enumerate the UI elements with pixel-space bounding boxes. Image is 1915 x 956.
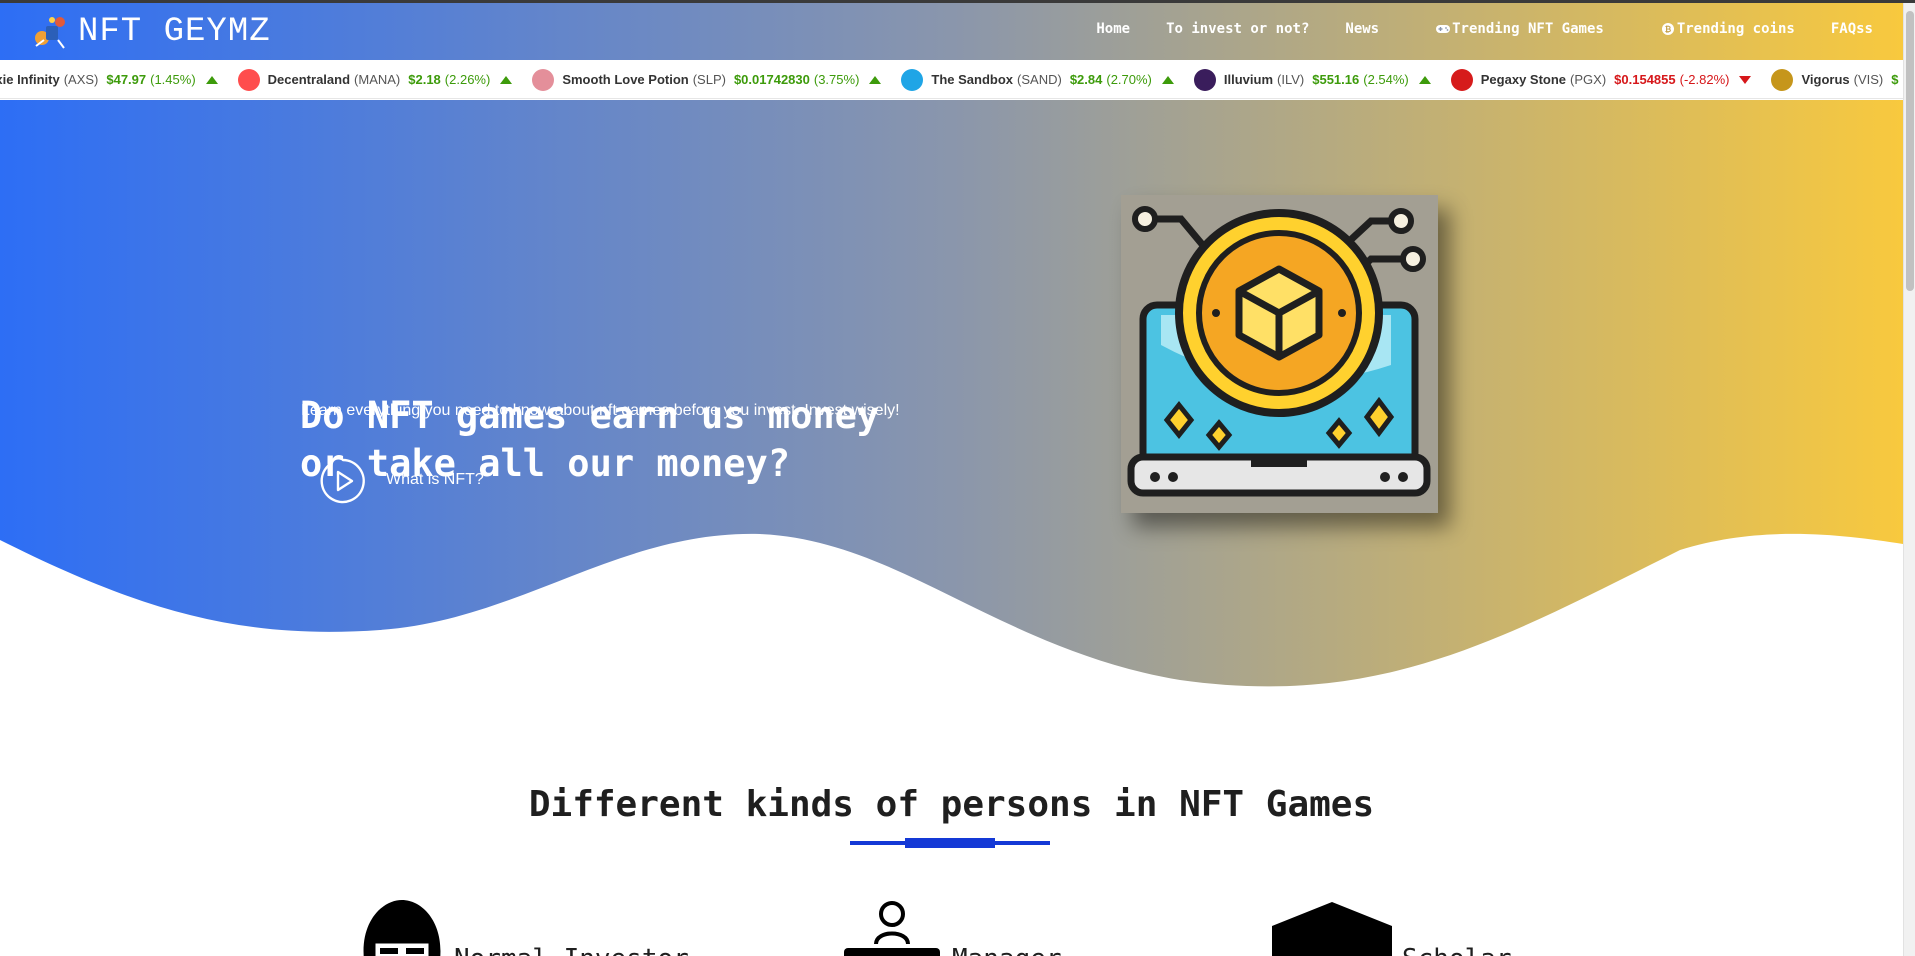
ticker-coin[interactable]: Pegaxy Stone (PGX) $0.154855 (-2.82%) — [1450, 68, 1752, 91]
coin-name: Axie Infinity — [0, 72, 60, 87]
scrollbar-thumb[interactable] — [1906, 11, 1914, 291]
section-title: Different kinds of persons in NFT Games — [528, 784, 1375, 825]
page-scrollbar[interactable] — [1903, 3, 1915, 956]
ticker-track: Axie Infinity(AXS) $47.97(1.45%) Decentral… — [0, 60, 1903, 98]
coin-price: $551.16 — [1312, 72, 1360, 87]
persona-manager[interactable]: Manager — [842, 900, 1062, 956]
coin-price: $2.84 — [1069, 72, 1103, 87]
nav-faqs[interactable]: FAQss — [1831, 21, 1873, 37]
coin-name: Smooth Love Potion — [562, 72, 689, 87]
coin-name: Vigorus — [1801, 72, 1850, 87]
nav-faqs-label: FAQss — [1830, 21, 1873, 37]
coin-change: (3.75%) — [813, 72, 860, 87]
coin-logo-icon — [237, 68, 260, 91]
nav-invest[interactable]: To invest or not? — [1166, 21, 1309, 37]
hero-wave-divider — [0, 533, 1903, 710]
nav-trending-games[interactable]: Trending NFT Games — [1435, 21, 1604, 37]
nav-trending-coins-label: Trending coins — [1676, 21, 1795, 37]
persona-scholar[interactable]: Scholar — [1272, 900, 1512, 956]
coin-name: Decentraland — [267, 72, 351, 87]
brand-logo-icon — [35, 17, 65, 49]
arrow-up-icon — [869, 75, 882, 84]
ticker-coin[interactable]: Axie Infinity(AXS) $47.97(1.45%) — [0, 72, 218, 87]
coin-symbol: (PGX) — [1570, 72, 1607, 87]
coin-price: $2.18 — [408, 72, 441, 87]
coin-icon: ₿ — [1661, 23, 1674, 35]
coin-change: (-2.82%) — [1679, 72, 1730, 87]
crypto-laptop-icon — [1121, 195, 1438, 513]
hero-image — [1121, 195, 1438, 513]
ticker-coin[interactable]: Smooth Love Potion (SLP) $0.01742830 (3.75%… — [532, 68, 882, 91]
coin-symbol: (ILV) — [1277, 72, 1305, 87]
nav-invest-label: To invest or not? — [1166, 21, 1310, 37]
nav-trending-games-label: Trending NFT Games — [1452, 21, 1604, 37]
investor-face-icon — [363, 900, 441, 956]
persona-investor-label: Normal Investor — [454, 944, 689, 956]
hero-subtitle: Learn everything you need to know about … — [301, 402, 900, 419]
coin-price: $0.01742830 — [733, 72, 810, 87]
persona-manager-label: Manager — [952, 944, 1062, 956]
coin-change: (1.45%) — [150, 72, 196, 87]
coin-symbol: (MANA) — [354, 72, 401, 87]
arrow-up-icon — [205, 75, 218, 84]
coin-price: $ — [1891, 72, 1899, 87]
play-circle-icon[interactable] — [320, 458, 366, 504]
arrow-up-icon — [1418, 75, 1431, 84]
svg-text:₿: ₿ — [1665, 25, 1672, 34]
brand-name: NFT GEYMZ — [78, 13, 271, 51]
arrow-up-icon — [500, 75, 513, 84]
nav-home[interactable]: Home — [1096, 21, 1130, 37]
coin-symbol: (AXS) — [63, 72, 99, 87]
nav-news-label: News — [1345, 21, 1380, 37]
coin-price: $47.97 — [106, 72, 147, 87]
ticker-coin[interactable]: Vigorus (VIS) $ — [1771, 68, 1899, 91]
coin-logo-icon — [1193, 68, 1216, 91]
coin-logo-icon — [1450, 68, 1473, 91]
arrow-down-icon — [1739, 75, 1752, 84]
coin-logo-icon — [532, 68, 555, 91]
gamepad-icon — [1436, 25, 1451, 33]
nav-trending-coins[interactable]: ₿ Trending coins — [1660, 21, 1795, 37]
ticker-coin[interactable]: Decentraland (MANA) $2.18 (2.26%) — [237, 68, 513, 91]
arrow-up-icon — [1161, 75, 1174, 84]
coin-logo-icon — [1771, 68, 1794, 91]
ticker-coin[interactable]: Illuvium (ILV) $551.16 (2.54%) — [1193, 68, 1431, 91]
coin-name: Pegaxy Stone — [1480, 72, 1567, 87]
coin-symbol: (SLP) — [692, 72, 726, 87]
nav-menu: Home To invest or not? News Trending NFT… — [1060, 21, 1873, 37]
coin-price-ticker: Axie Infinity(AXS) $47.97(1.45%) Decentral… — [0, 60, 1903, 99]
brand[interactable]: NFT GEYMZ — [30, 11, 271, 53]
coin-logo-icon — [901, 68, 924, 91]
title-underline-accent — [905, 838, 995, 848]
coin-change: (2.70%) — [1106, 72, 1152, 87]
coin-symbol: (SAND) — [1017, 72, 1062, 87]
persona-investor[interactable]: Normal Investor — [360, 900, 689, 956]
coin-price: $0.154855 — [1614, 72, 1676, 87]
nav-home-label: Home — [1096, 21, 1131, 37]
coin-name: Illuvium — [1223, 72, 1274, 87]
coin-change: (2.26%) — [444, 72, 491, 87]
persona-scholar-label: Scholar — [1402, 944, 1512, 956]
coin-name: The Sandbox — [931, 72, 1014, 87]
scholar-cap-icon — [1272, 902, 1392, 956]
hero-title-line2: or take all our money? — [300, 442, 791, 485]
what-is-nft-link[interactable]: What is NFT? — [386, 471, 484, 489]
navbar: NFT GEYMZ Home To invest or not? News Tr… — [0, 3, 1903, 60]
nav-news[interactable]: News — [1345, 21, 1379, 37]
ticker-coin[interactable]: The Sandbox (SAND) $2.84 (2.70%) — [901, 68, 1174, 91]
manager-icon — [844, 901, 940, 956]
coin-symbol: (VIS) — [1853, 72, 1884, 87]
coin-change: (2.54%) — [1363, 72, 1409, 87]
